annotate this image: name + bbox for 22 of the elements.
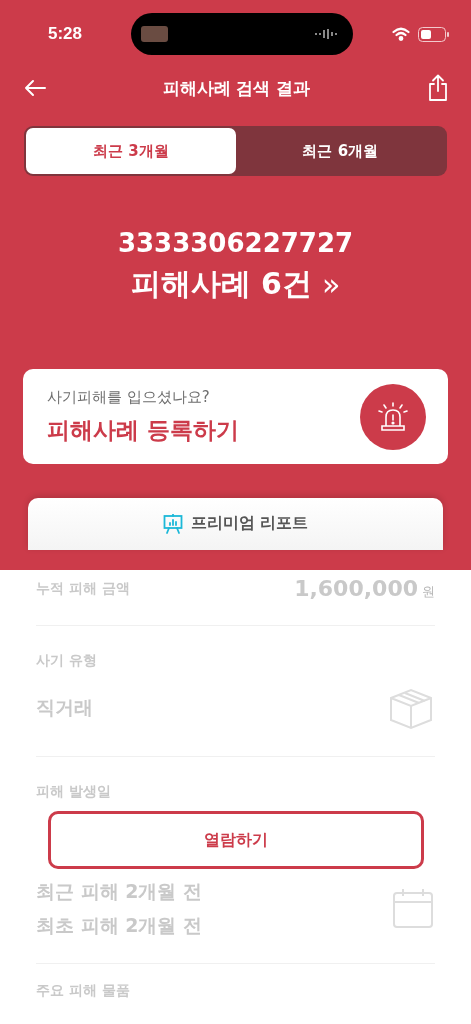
page-title: 피해사례 검색 결과 <box>162 76 311 100</box>
period-tab[interactable]: 최근 6개월 <box>235 128 445 175</box>
premium-title: 프리미엄 리포트 <box>190 513 309 535</box>
period-tab[interactable]: 최근 3개월 <box>26 128 236 175</box>
case-count: 피해사례 6건 <box>130 265 312 304</box>
back-button[interactable] <box>24 79 46 98</box>
report-card[interactable]: 사기피해를 입으셨나요? 피해사례 등록하기 <box>23 369 448 464</box>
waveform-icon <box>315 29 339 40</box>
status-time: 5:28 <box>48 24 83 45</box>
siren-icon <box>376 401 410 432</box>
presentation-chart-icon <box>162 513 183 534</box>
calendar-icon <box>391 887 435 931</box>
currency-unit: 원 <box>422 584 435 599</box>
album-thumbnail <box>141 26 168 43</box>
view-button[interactable]: 열람하기 <box>47 811 424 869</box>
report-question: 사기피해를 입으셨나요? <box>47 387 211 407</box>
account-number: 3333306227727 <box>117 228 354 259</box>
battery-icon <box>418 26 449 42</box>
wifi-icon <box>392 27 410 42</box>
report-action: 피해사례 등록하기 <box>47 415 239 445</box>
share-button[interactable] <box>427 74 449 103</box>
more-link[interactable]: » <box>322 267 341 303</box>
